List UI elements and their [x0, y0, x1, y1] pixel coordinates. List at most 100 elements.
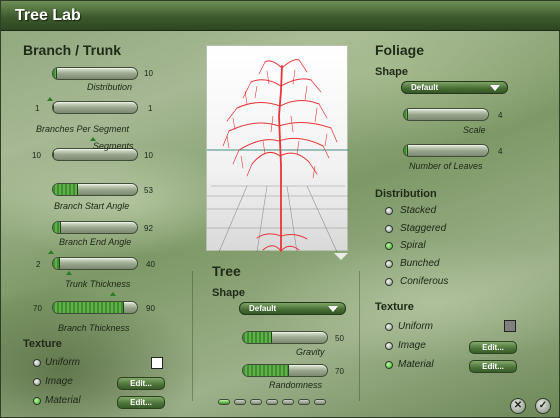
tree-shape-label: Shape [212, 287, 246, 299]
branches-per-segment-label: Branches Per Segment [36, 124, 130, 134]
branch-start-angle-label: Branch Start Angle [54, 201, 130, 211]
foliage-texture-material-radio[interactable] [385, 361, 393, 369]
ok-button[interactable]: ✓ [535, 398, 551, 414]
scale-value: 4 [498, 111, 503, 120]
slider-fill [53, 258, 60, 269]
trunk-thickness-min: 2 [36, 260, 41, 269]
page-dot[interactable] [218, 399, 230, 405]
foliage-texture-uniform-label: Uniform [398, 321, 434, 332]
tree-shape-value: Default [249, 304, 277, 313]
chevron-down-icon [490, 85, 500, 91]
gravity-slider[interactable] [242, 331, 328, 344]
number-of-leaves-value: 4 [498, 147, 503, 156]
branches-per-segment-min: 1 [35, 104, 40, 113]
scale-label: Scale [463, 125, 486, 135]
branch-material-edit-button[interactable]: Edit... [117, 396, 165, 409]
distribution-spiral-radio[interactable] [385, 242, 393, 250]
randomness-label: Randomness [269, 380, 323, 390]
segments-value: 10 [144, 151, 153, 160]
tree-preview[interactable] [206, 45, 349, 253]
tree-lab-window: Tree Lab Branch / Trunk 10 Distribution … [0, 0, 560, 418]
range-marker [66, 271, 72, 275]
branch-color-swatch[interactable] [151, 357, 163, 369]
foliage-texture-uniform-radio[interactable] [385, 323, 393, 331]
foliage-shape-label: Shape [375, 66, 409, 78]
foliage-color-swatch[interactable] [504, 320, 516, 332]
branch-start-angle-slider[interactable] [52, 183, 138, 196]
foliage-shape-dropdown[interactable]: Default [401, 81, 508, 94]
distribution-bunched-radio[interactable] [385, 260, 393, 268]
page-dot[interactable] [298, 399, 310, 405]
page-dot[interactable] [282, 399, 294, 405]
branches-per-segment-slider[interactable] [52, 101, 138, 114]
page-dot[interactable] [266, 399, 278, 405]
segments-min: 10 [32, 151, 41, 160]
scale-slider[interactable] [403, 108, 489, 121]
branch-texture-uniform-radio[interactable] [33, 359, 41, 367]
foliage-image-edit-button[interactable]: Edit... [469, 341, 517, 354]
distribution-value: 10 [144, 69, 153, 78]
distribution-coniferous-radio[interactable] [385, 278, 393, 286]
number-of-leaves-slider[interactable] [403, 144, 489, 157]
ground-grid [207, 185, 349, 253]
range-marker [48, 250, 54, 254]
slider-fill [243, 332, 273, 343]
branch-thickness-slider[interactable] [52, 301, 138, 314]
slider-fill [53, 222, 62, 233]
distribution-stacked-label: Stacked [400, 205, 437, 216]
slider-fill [53, 149, 54, 160]
foliage-texture-image-label: Image [398, 340, 426, 351]
foliage-texture-image-radio[interactable] [385, 342, 393, 350]
distribution-staggered-radio[interactable] [385, 225, 393, 233]
branch-thickness-value: 90 [146, 304, 155, 313]
distribution-coniferous-label: Coniferous [400, 276, 449, 287]
number-of-leaves-label: Number of Leaves [409, 161, 483, 171]
slider-fill [404, 109, 409, 120]
distribution-bunched-label: Bunched [400, 258, 440, 269]
page-dot[interactable] [234, 399, 246, 405]
cancel-button[interactable]: ✕ [510, 398, 526, 414]
branch-texture-heading: Texture [23, 338, 62, 350]
branch-trunk-heading: Branch / Trunk [23, 42, 122, 58]
branch-texture-material-label: Material [45, 395, 81, 406]
gravity-value: 50 [335, 334, 344, 343]
page-dot[interactable] [250, 399, 262, 405]
foliage-heading: Foliage [375, 42, 425, 58]
branch-end-angle-slider[interactable] [52, 221, 138, 234]
distribution-stacked-radio[interactable] [385, 207, 393, 215]
gravity-label: Gravity [296, 347, 325, 357]
tree-heading: Tree [212, 263, 241, 279]
slider-fill [53, 184, 79, 195]
branch-texture-material-radio[interactable] [33, 397, 41, 405]
foliage-texture-material-label: Material [398, 359, 434, 370]
trunk-thickness-slider[interactable] [52, 257, 138, 270]
slider-fill [53, 68, 58, 79]
slider-fill [53, 102, 54, 113]
slider-fill [404, 145, 409, 156]
foliage-material-edit-button[interactable]: Edit... [469, 360, 517, 373]
page-dot[interactable] [314, 399, 326, 405]
tree-shape-dropdown[interactable]: Default [239, 302, 346, 315]
branches-per-segment-value: 1 [148, 104, 153, 113]
preview-resize-handle[interactable] [334, 253, 348, 260]
branch-start-angle-value: 53 [144, 186, 153, 195]
branch-texture-image-radio[interactable] [33, 378, 41, 386]
branch-thickness-min: 70 [33, 304, 42, 313]
branch-texture-uniform-label: Uniform [45, 357, 81, 368]
branch-texture-image-label: Image [45, 376, 73, 387]
branch-image-edit-button[interactable]: Edit... [117, 377, 165, 390]
close-icon: ✕ [513, 400, 523, 411]
tree-shape [222, 59, 338, 252]
trunk-thickness-value: 40 [146, 260, 155, 269]
distribution-staggered-label: Staggered [400, 223, 447, 234]
chevron-down-icon [328, 306, 338, 312]
slider-fill [53, 302, 125, 313]
slider-fill [243, 365, 290, 376]
check-icon: ✓ [538, 400, 548, 411]
randomness-slider[interactable] [242, 364, 328, 377]
range-marker [47, 97, 53, 101]
distribution-slider[interactable] [52, 67, 138, 80]
foliage-texture-heading: Texture [375, 301, 414, 313]
randomness-value: 70 [335, 367, 344, 376]
segments-label: Segments [93, 141, 134, 151]
